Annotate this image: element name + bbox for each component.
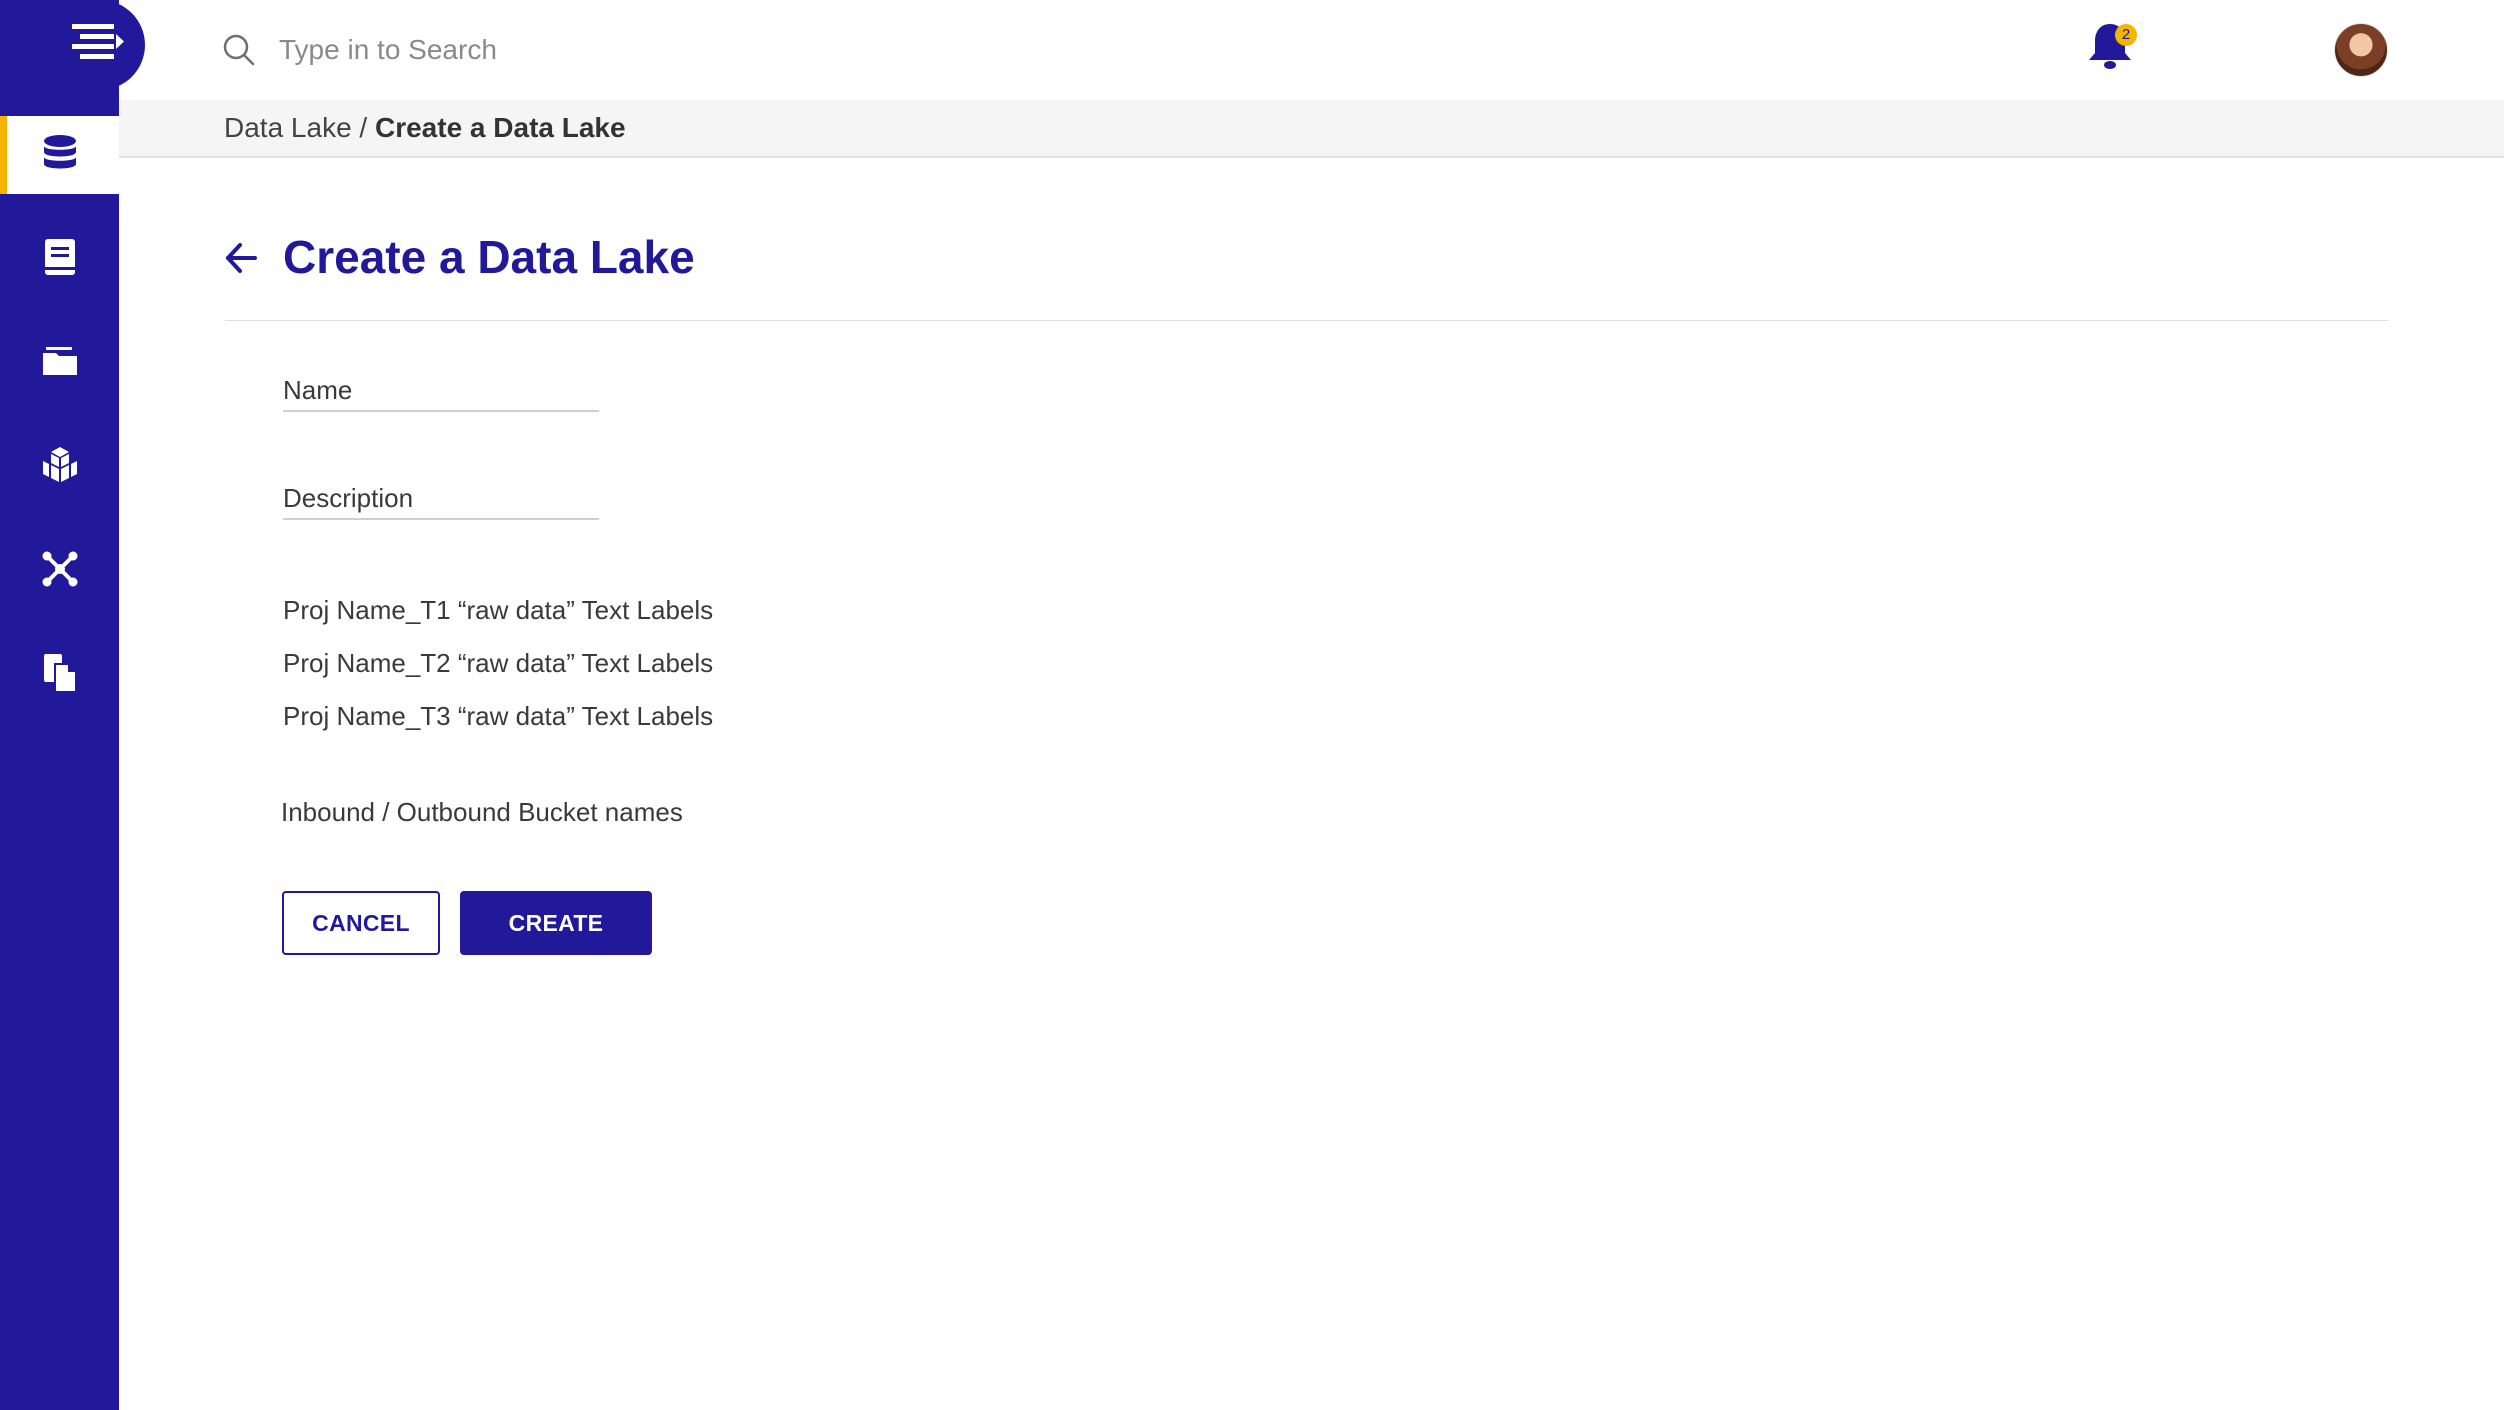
name-field[interactable] bbox=[283, 370, 599, 412]
breadcrumb-current: Create a Data Lake bbox=[374, 112, 626, 143]
page-title: Create a Data Lake bbox=[283, 231, 695, 283]
breadcrumb-bar: Data Lake / Create a Data Lake bbox=[119, 100, 2504, 158]
book-icon bbox=[44, 238, 76, 281]
sidebar-item-network[interactable] bbox=[0, 532, 119, 610]
create-button[interactable]: CREATE bbox=[460, 891, 652, 955]
notification-count-badge: 2 bbox=[2115, 24, 2137, 46]
top-bar bbox=[119, 0, 2504, 100]
back-arrow-icon[interactable] bbox=[224, 241, 258, 280]
text-label-item: Proj Name_T3 “raw data” Text Labels bbox=[283, 701, 714, 731]
bucket-names-label: Inbound / Outbound Bucket names bbox=[281, 797, 683, 827]
sidebar-item-folder[interactable] bbox=[0, 324, 119, 402]
menu-toggle-button[interactable] bbox=[0, 0, 145, 90]
breadcrumb-separator: / bbox=[359, 112, 368, 143]
search-input[interactable] bbox=[279, 28, 879, 72]
database-icon bbox=[43, 134, 77, 177]
copy-icon bbox=[43, 653, 77, 698]
cubes-icon bbox=[42, 446, 78, 489]
sidebar-item-book[interactable] bbox=[0, 220, 119, 298]
text-label-item: Proj Name_T1 “raw data” Text Labels bbox=[283, 595, 714, 625]
sidebar-item-database[interactable] bbox=[0, 116, 119, 194]
text-label-item: Proj Name_T2 “raw data” Text Labels bbox=[283, 648, 714, 678]
sidebar-item-cubes[interactable] bbox=[0, 428, 119, 506]
sidebar-item-copy[interactable] bbox=[0, 636, 119, 714]
breadcrumb: Data Lake / Create a Data Lake bbox=[224, 112, 626, 144]
folder-icon bbox=[42, 345, 78, 382]
breadcrumb-parent-link[interactable]: Data Lake bbox=[224, 112, 352, 143]
cancel-button[interactable]: CANCEL bbox=[282, 891, 440, 955]
sidebar bbox=[0, 0, 119, 1410]
search-icon bbox=[222, 33, 256, 72]
user-avatar[interactable] bbox=[2334, 23, 2388, 77]
title-divider bbox=[225, 320, 2389, 321]
network-icon bbox=[42, 551, 78, 592]
description-field[interactable] bbox=[283, 478, 599, 520]
